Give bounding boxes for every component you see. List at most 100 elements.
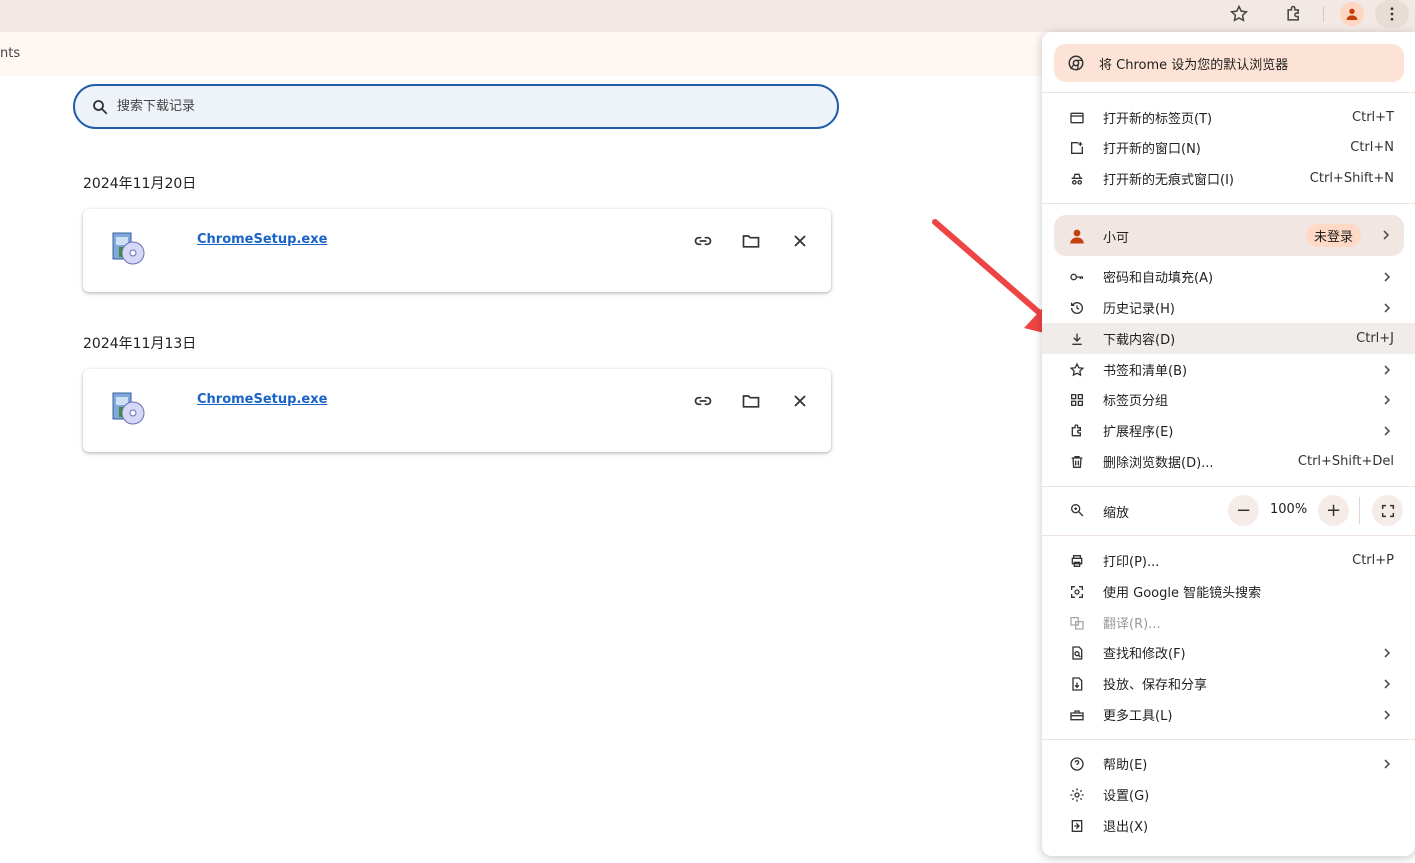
file-name-link[interactable]: ChromeSetup.exe	[197, 392, 327, 407]
menu-item-settings[interactable]: 设置(G)	[1042, 779, 1415, 810]
menu-item-exit[interactable]: 退出(X)	[1042, 810, 1415, 841]
menu-item-label: 更多工具(L)	[1103, 709, 1173, 724]
fullscreen-icon[interactable]	[1372, 495, 1403, 526]
help-icon	[1069, 756, 1085, 772]
remove-icon[interactable]	[786, 387, 814, 415]
chevron-right-icon	[1381, 758, 1393, 770]
chevron-right-icon	[1381, 678, 1393, 690]
copy-link-icon[interactable]	[689, 227, 717, 255]
zoom-value: 100%	[1270, 502, 1308, 517]
search-input[interactable]	[115, 98, 719, 115]
date-heading: 2024年11月20日	[83, 176, 197, 192]
menu-item-new-tab[interactable]: 打开新的标签页(T) Ctrl+T	[1042, 102, 1415, 133]
installer-file-icon	[112, 232, 145, 265]
menu-item-more-tools[interactable]: 更多工具(L)	[1042, 699, 1415, 730]
menu-divider	[1042, 486, 1415, 487]
zoom-label: 缩放	[1103, 506, 1130, 521]
browser-toolbar	[0, 0, 1415, 32]
star-icon	[1069, 361, 1085, 378]
translate-icon	[1069, 615, 1085, 631]
profile-item[interactable]: 小可 未登录	[1054, 215, 1404, 256]
profile-avatar-icon	[1070, 229, 1084, 244]
bookmark-star-icon[interactable]	[1223, 0, 1255, 28]
menu-item-label: 标签页分组	[1103, 394, 1169, 409]
menu-item-print[interactable]: 打印(P)... Ctrl+P	[1042, 545, 1415, 576]
menu-item-translate[interactable]: 翻译(R)...	[1042, 607, 1415, 638]
chevron-right-icon	[1381, 709, 1393, 721]
menu-item-cast-save-share[interactable]: 投放、保存和分享	[1042, 668, 1415, 699]
download-icon	[1069, 331, 1085, 347]
menu-item-label: 密码和自动填充(A)	[1103, 271, 1214, 286]
toolbar-separator	[1323, 6, 1324, 22]
menu-item-passwords[interactable]: 密码和自动填充(A)	[1042, 261, 1415, 292]
menu-item-google-lens[interactable]: 使用 Google 智能镜头搜索	[1042, 576, 1415, 607]
menu-item-label: 打开新的标签页(T)	[1103, 112, 1213, 127]
menu-divider	[1042, 535, 1415, 536]
menu-item-label: 投放、保存和分享	[1103, 678, 1208, 693]
menu-divider	[1042, 739, 1415, 740]
chevron-right-icon	[1381, 271, 1393, 283]
exit-icon	[1069, 818, 1085, 834]
zoom-in-button[interactable]: +	[1318, 495, 1349, 526]
zoom-out-button[interactable]: −	[1228, 495, 1259, 526]
shortcut-label: Ctrl+J	[1356, 331, 1394, 346]
file-name-link[interactable]: ChromeSetup.exe	[197, 232, 327, 247]
show-in-folder-icon[interactable]	[737, 387, 765, 415]
menu-item-label: 翻译(R)...	[1103, 617, 1161, 632]
menu-item-label: 打印(P)...	[1103, 555, 1160, 570]
menu-item-label: 历史记录(H)	[1103, 302, 1175, 317]
gear-icon	[1069, 787, 1085, 803]
shortcut-label: Ctrl+T	[1352, 110, 1394, 125]
menu-item-find[interactable]: 查找和修改(F)	[1042, 637, 1415, 668]
menu-item-label: 退出(X)	[1103, 820, 1149, 835]
new-tab-icon	[1069, 110, 1085, 126]
menu-item-tab-groups[interactable]: 标签页分组	[1042, 384, 1415, 415]
menu-item-label: 帮助(E)	[1103, 758, 1148, 773]
menu-item-label: 设置(G)	[1103, 789, 1150, 804]
menu-item-label: 书签和清单(B)	[1103, 364, 1188, 379]
menu-item-history[interactable]: 历史记录(H)	[1042, 292, 1415, 323]
menu-item-extensions[interactable]: 扩展程序(E)	[1042, 415, 1415, 446]
find-page-icon	[1069, 645, 1085, 661]
lens-icon	[1069, 584, 1085, 600]
search-icon	[93, 99, 108, 114]
signin-status-badge: 未登录	[1306, 224, 1362, 247]
zoom-row: 缩放 − 100% +	[1042, 495, 1415, 526]
chrome-logo-icon	[1068, 55, 1084, 71]
shortcut-label: Ctrl+Shift+N	[1309, 171, 1394, 186]
chevron-right-icon	[1381, 394, 1393, 406]
grid-icon	[1069, 392, 1085, 408]
shortcut-label: Ctrl+Shift+Del	[1297, 454, 1394, 469]
shortcut-label: Ctrl+N	[1350, 140, 1394, 155]
menu-item-label: 打开新的无痕式窗口(I)	[1103, 173, 1234, 188]
more-menu-icon[interactable]	[1375, 0, 1409, 28]
menu-item-clear-data[interactable]: 删除浏览数据(D)... Ctrl+Shift+Del	[1042, 446, 1415, 477]
toolbox-icon	[1069, 707, 1085, 723]
default-banner-label: 将 Chrome 设为您的默认浏览器	[1099, 57, 1289, 73]
chevron-right-icon	[1381, 364, 1393, 376]
download-item: ChromeSetup.exe	[83, 369, 831, 452]
chevron-right-icon	[1381, 302, 1393, 314]
profile-avatar-icon[interactable]	[1340, 2, 1364, 26]
trash-icon	[1069, 454, 1085, 470]
menu-item-label: 扩展程序(E)	[1103, 425, 1174, 440]
menu-item-new-window[interactable]: 打开新的窗口(N) Ctrl+N	[1042, 132, 1415, 163]
menu-item-bookmarks[interactable]: 书签和清单(B)	[1042, 354, 1415, 385]
header-partial-text: nts	[0, 46, 21, 61]
search-box[interactable]	[73, 84, 839, 129]
set-default-browser-banner[interactable]: 将 Chrome 设为您的默认浏览器	[1054, 44, 1404, 82]
download-item: ChromeSetup.exe	[83, 209, 831, 292]
chevron-right-icon	[1381, 647, 1393, 659]
printer-icon	[1069, 553, 1085, 569]
menu-divider	[1042, 203, 1415, 204]
zoom-separator	[1359, 497, 1360, 524]
date-heading: 2024年11月13日	[83, 336, 197, 352]
show-in-folder-icon[interactable]	[737, 227, 765, 255]
extensions-icon[interactable]	[1278, 0, 1310, 28]
copy-link-icon[interactable]	[689, 387, 717, 415]
menu-item-downloads[interactable]: 下载内容(D) Ctrl+J	[1042, 323, 1415, 354]
installer-file-icon	[112, 392, 145, 425]
menu-item-incognito[interactable]: 打开新的无痕式窗口(I) Ctrl+Shift+N	[1042, 163, 1415, 194]
menu-item-help[interactable]: 帮助(E)	[1042, 748, 1415, 779]
remove-icon[interactable]	[786, 227, 814, 255]
